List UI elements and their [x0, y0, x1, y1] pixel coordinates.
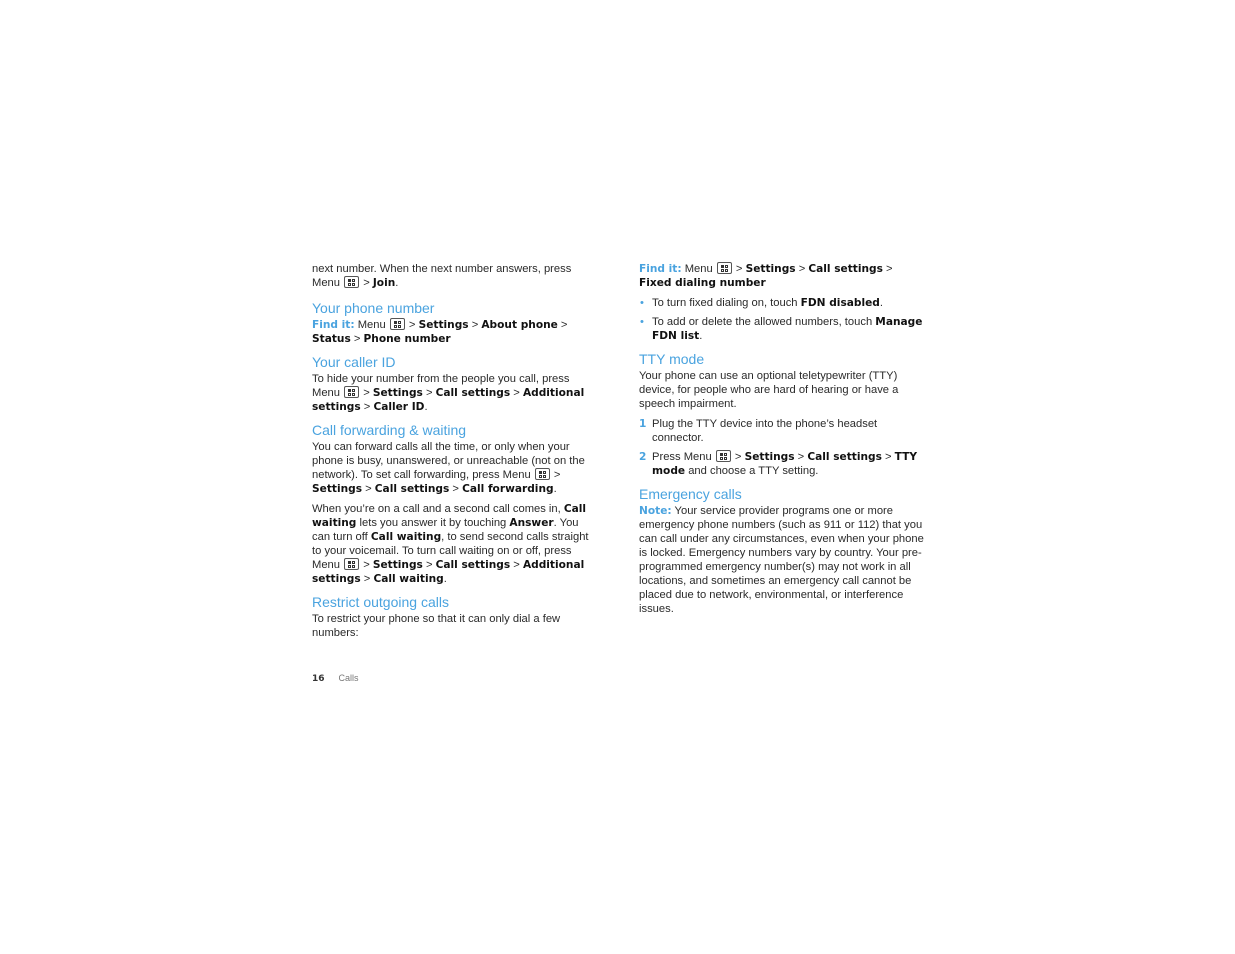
- page-number: 16: [312, 674, 325, 684]
- bullet-icon: •: [640, 316, 644, 328]
- menu-key-icon: [344, 276, 360, 288]
- section-name: Calls: [338, 673, 359, 683]
- fdn-path: Find it: Menu > Settings > Call settings…: [639, 262, 893, 289]
- heading-your-phone-number: Your phone number: [312, 300, 435, 316]
- list-item: 2 Press Menu > Settings > Call settings >…: [639, 450, 918, 477]
- find-it-label: Find it:: [639, 263, 682, 275]
- call-waiting-paragraph: When you’re on a call and a second call …: [312, 503, 589, 585]
- bullet-icon: •: [640, 297, 644, 309]
- heading-restrict-outgoing-calls: Restrict outgoing calls: [312, 594, 449, 610]
- list-item: • To add or delete the allowed numbers, t…: [640, 316, 923, 342]
- page-footer: 16 Calls: [312, 673, 359, 684]
- left-column: next number. When the next number answer…: [312, 262, 597, 646]
- tty-intro: Your phone can use an optional teletypew…: [639, 370, 899, 410]
- emergency-note: Note: Your service provider programs one…: [639, 505, 924, 615]
- fdn-bullet-list: • To turn fixed dialing on, touch FDN dis…: [639, 296, 924, 343]
- list-item: 1 Plug the TTY device into the phone’s he…: [639, 418, 878, 444]
- right-column: Find it: Menu > Settings > Call settings…: [639, 262, 924, 622]
- find-it-label: Find it:: [312, 319, 355, 331]
- restrict-paragraph: To restrict your phone so that it can on…: [312, 613, 561, 639]
- phone-number-path: Find it: Menu > Settings > About phone >…: [312, 318, 568, 345]
- heading-emergency-calls: Emergency calls: [639, 486, 742, 502]
- menu-key-icon: [344, 558, 360, 570]
- heading-your-caller-id: Your caller ID: [312, 354, 396, 370]
- menu-key-icon: [715, 450, 731, 462]
- menu-key-icon: [344, 386, 360, 398]
- menu-key-icon: [389, 318, 405, 330]
- caller-id-paragraph: To hide your number from the people you …: [312, 373, 585, 413]
- tty-steps: 1 Plug the TTY device into the phone’s he…: [639, 417, 924, 478]
- heading-call-forwarding-waiting: Call forwarding & waiting: [312, 422, 467, 438]
- list-item: • To turn fixed dialing on, touch FDN dis…: [640, 297, 883, 309]
- step-number: 1: [639, 418, 647, 430]
- note-label: Note:: [639, 505, 672, 517]
- call-forwarding-paragraph: You can forward calls all the time, or o…: [312, 441, 585, 495]
- step-number: 2: [639, 451, 647, 463]
- heading-tty-mode: TTY mode: [639, 351, 705, 367]
- menu-key-icon: [534, 468, 550, 480]
- intro-paragraph: next number. When the next number answer…: [312, 263, 572, 289]
- join-option: Join: [372, 277, 396, 289]
- menu-key-icon: [716, 262, 732, 274]
